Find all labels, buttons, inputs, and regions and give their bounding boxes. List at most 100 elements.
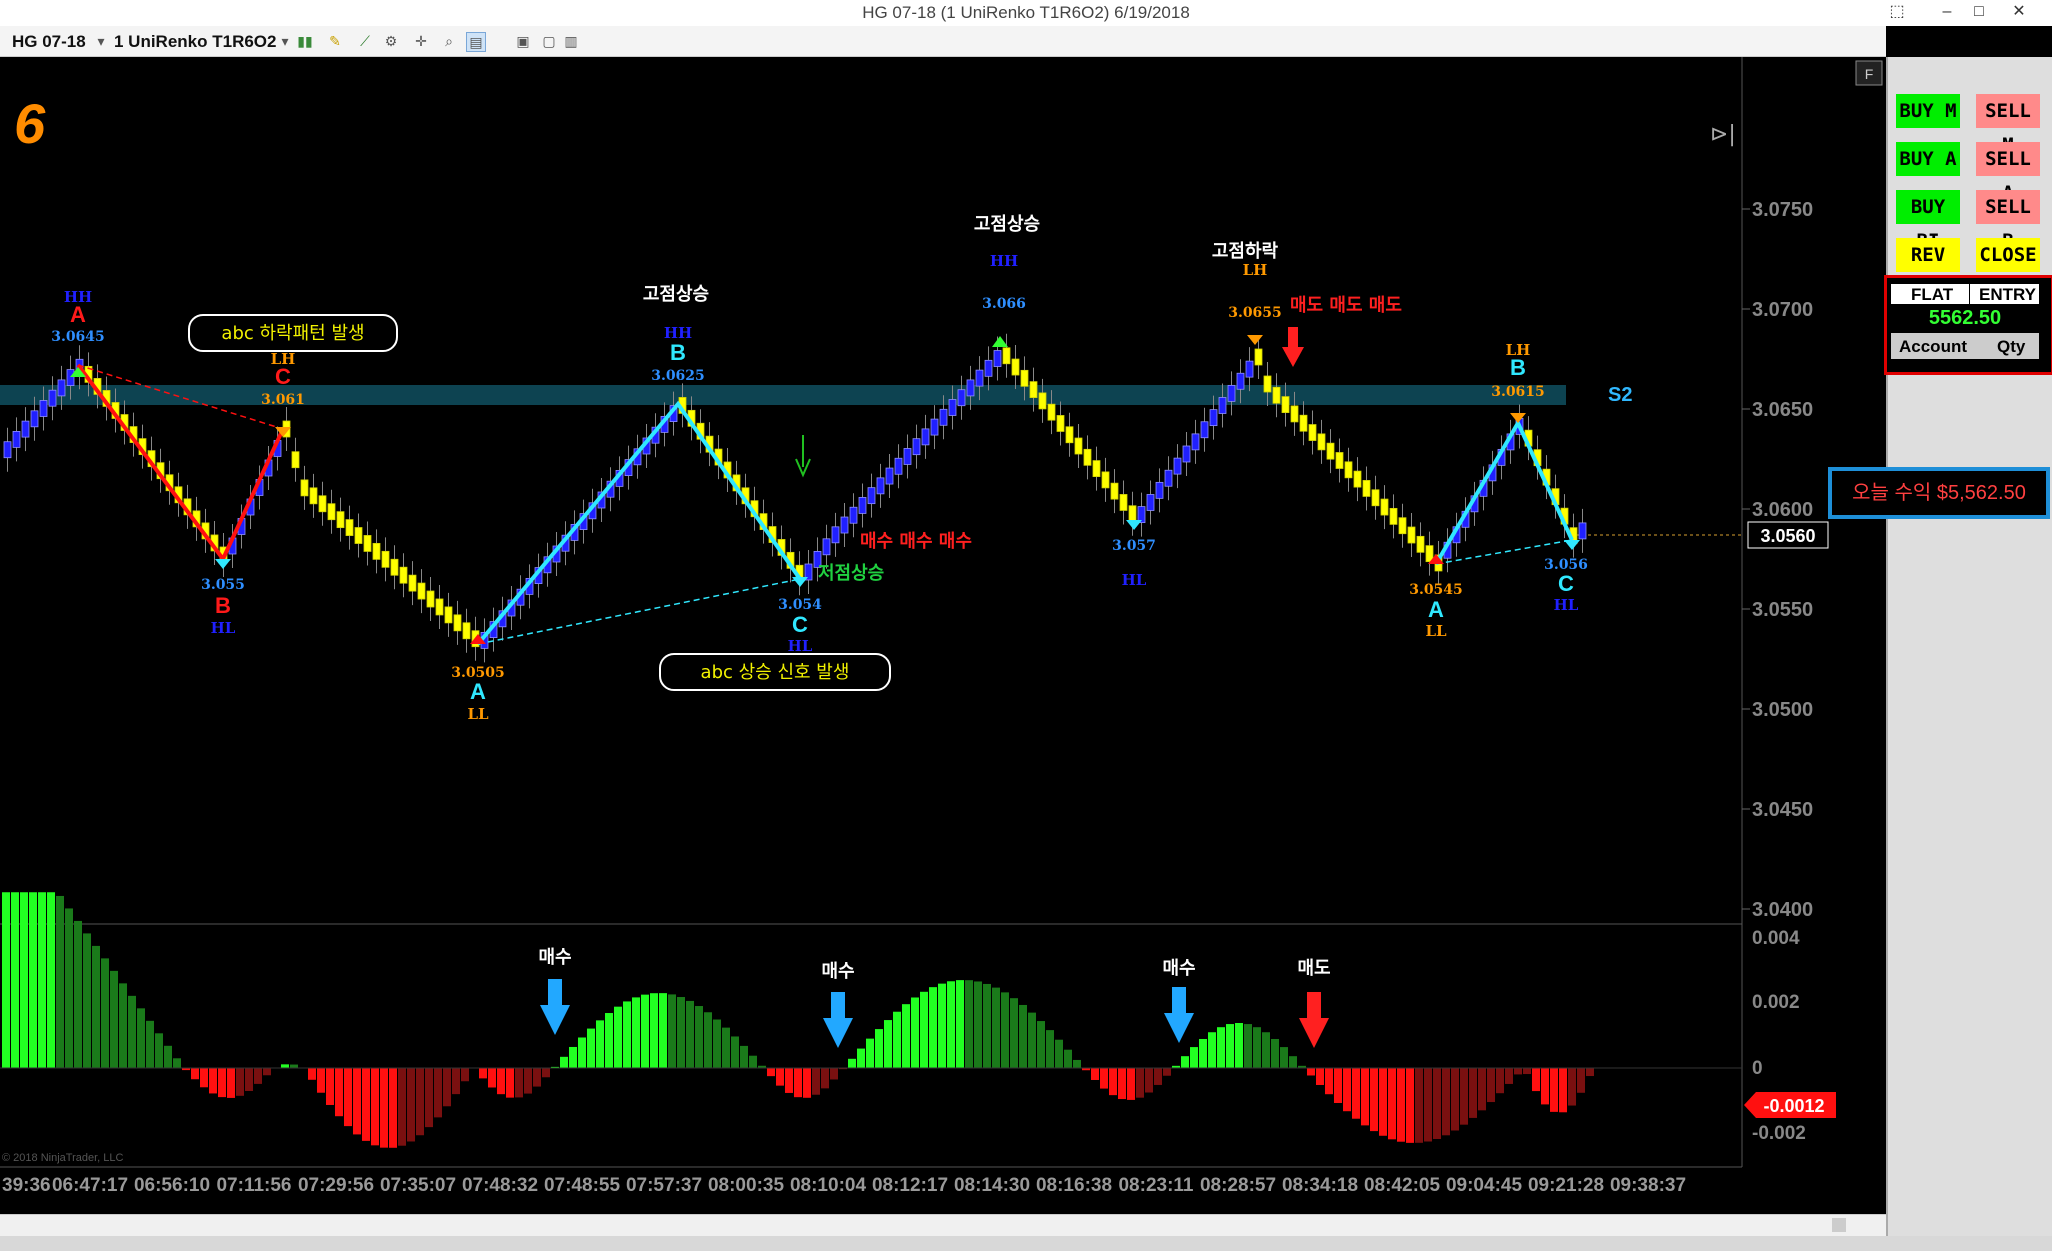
histogram-bar [767, 1068, 775, 1077]
renko-bar [1317, 433, 1326, 451]
histogram-bar [1073, 1059, 1081, 1068]
histogram-bar [1379, 1068, 1387, 1136]
position-label: FLAT [1911, 285, 1954, 304]
histogram-bar [119, 983, 127, 1068]
renko-bar [1326, 442, 1335, 460]
indicator-axis-label: 0.004 [1752, 928, 1800, 949]
renko-bar [903, 448, 912, 465]
data-box-icon[interactable]: ▤ [466, 32, 486, 52]
restore-icon[interactable]: ⬚ [1880, 2, 1914, 22]
close-button[interactable]: CLOSE [1976, 238, 2040, 272]
chevron-down-icon[interactable]: ▾ [276, 32, 294, 50]
renko-bar [1416, 535, 1425, 553]
scroll-thumb[interactable] [1832, 1218, 1846, 1232]
renko-bar [363, 535, 372, 552]
renko-bar [39, 400, 48, 417]
histogram-bar [776, 1068, 784, 1086]
pivot-marker [215, 559, 231, 569]
histogram-bar [812, 1068, 820, 1095]
pencil-icon[interactable]: ✎ [326, 32, 344, 50]
indicator-axis-label: 0.002 [1752, 992, 1800, 1013]
chevron-down-icon[interactable]: ▾ [92, 32, 110, 50]
pivot-tag: HL [211, 619, 236, 637]
sell-b-button[interactable]: SELL B [1976, 190, 2040, 252]
crosshair-icon[interactable]: ✛ [412, 32, 430, 50]
histogram-bar [236, 1068, 244, 1096]
renko-bar [966, 379, 975, 397]
histogram-bar [1433, 1068, 1441, 1139]
histogram-bar [731, 1036, 739, 1068]
histogram-bar [659, 993, 667, 1068]
collapse-panel-icon: ⊳| [1710, 122, 1736, 147]
sell-arrow-icon [1299, 992, 1329, 1048]
price-axis-label: 3.0450 [1752, 799, 1813, 821]
histogram-bar [1370, 1068, 1378, 1132]
strategies-icon[interactable]: ⚙ [382, 32, 400, 50]
chart-area[interactable]: S2 abc 하락패턴 발생 abc 상승 신호 발생 고점상승 고점상승 고점… [0, 57, 1886, 1214]
buy-bi-button[interactable]: BUY BI [1896, 190, 1960, 252]
screenshot-icon[interactable]: ▣ [514, 32, 532, 50]
histogram-bar [947, 981, 955, 1068]
histogram-bar [929, 987, 937, 1068]
histogram-bar [200, 1068, 208, 1088]
indicator-axis-label: -0.002 [1752, 1123, 1806, 1144]
qty-selector[interactable]: Qty [1997, 337, 2025, 357]
histogram-bar [1136, 1068, 1144, 1098]
buy-label-2: 매수 [821, 961, 854, 982]
renko-bar [1308, 424, 1317, 441]
renko-bar [1182, 445, 1191, 463]
renko-bar [345, 519, 354, 536]
histogram-bar [1037, 1021, 1045, 1068]
bartype-selector[interactable]: 1 UniRenko T1R6O2 [114, 32, 277, 52]
time-axis-label: 07:35:07 [380, 1175, 456, 1196]
high-down-label: 고점하락 [1212, 241, 1279, 262]
renko-bar [930, 418, 939, 436]
horizontal-scrollbar[interactable] [0, 1214, 1886, 1237]
zoom-icon[interactable]: ⌕ [440, 32, 458, 50]
histogram-bar [1055, 1039, 1063, 1068]
renko-bar [831, 526, 840, 544]
renko-bar [1002, 347, 1011, 365]
minimize-icon[interactable]: – [1930, 2, 1964, 22]
buy-m-button[interactable]: BUY M [1896, 94, 1960, 128]
histogram-bar [425, 1068, 433, 1128]
renko-bar [858, 497, 867, 514]
renko-bar [291, 451, 300, 469]
renko-bar [1272, 386, 1281, 404]
buy-a-button[interactable]: BUY A [1896, 142, 1960, 176]
histogram-bar [218, 1068, 226, 1098]
properties-icon[interactable]: ▥ [562, 32, 580, 50]
close-icon[interactable]: ✕ [2002, 2, 2036, 22]
histogram-bar [668, 994, 676, 1068]
instrument-selector[interactable]: HG 07-18 [12, 32, 86, 52]
share-icon[interactable]: ▢ [540, 32, 558, 50]
sell-m-button[interactable]: SELL M [1976, 94, 2040, 156]
histogram-bar [1505, 1068, 1513, 1084]
histogram-bar [380, 1068, 388, 1148]
renko-bar [1281, 396, 1290, 413]
histogram-bar [1001, 992, 1009, 1068]
renko-bar [381, 550, 390, 568]
renko-bar [408, 574, 417, 592]
buy-signal-text: 매수 매수 매수 [860, 531, 972, 552]
rev-button[interactable]: REV [1896, 238, 1960, 272]
chart-style-icon[interactable]: ▮▮ [296, 32, 314, 50]
renko-bar [318, 495, 327, 513]
histogram-bar [560, 1056, 568, 1068]
renko-bar [327, 503, 336, 521]
account-selector[interactable]: Account [1899, 337, 1967, 357]
histogram-bar [101, 958, 109, 1068]
histogram-bar [191, 1068, 199, 1080]
sell-a-button[interactable]: SELL A [1976, 142, 2040, 204]
time-axis-label: 06:47:17 [52, 1175, 128, 1196]
indicators-icon[interactable]: ⟋ [356, 32, 374, 50]
histogram-bar [335, 1068, 343, 1117]
maximize-icon[interactable]: □ [1962, 2, 1996, 22]
chart-tab-number: 6 [14, 92, 46, 155]
indicator-axis-label: 0 [1752, 1058, 1763, 1079]
pivot-price: 3.0655 [1228, 305, 1282, 321]
histogram-bar [1217, 1027, 1225, 1068]
histogram-bar [1460, 1068, 1468, 1125]
histogram-bar [344, 1068, 352, 1127]
high-up-label-2: 고점상승 [974, 214, 1040, 235]
